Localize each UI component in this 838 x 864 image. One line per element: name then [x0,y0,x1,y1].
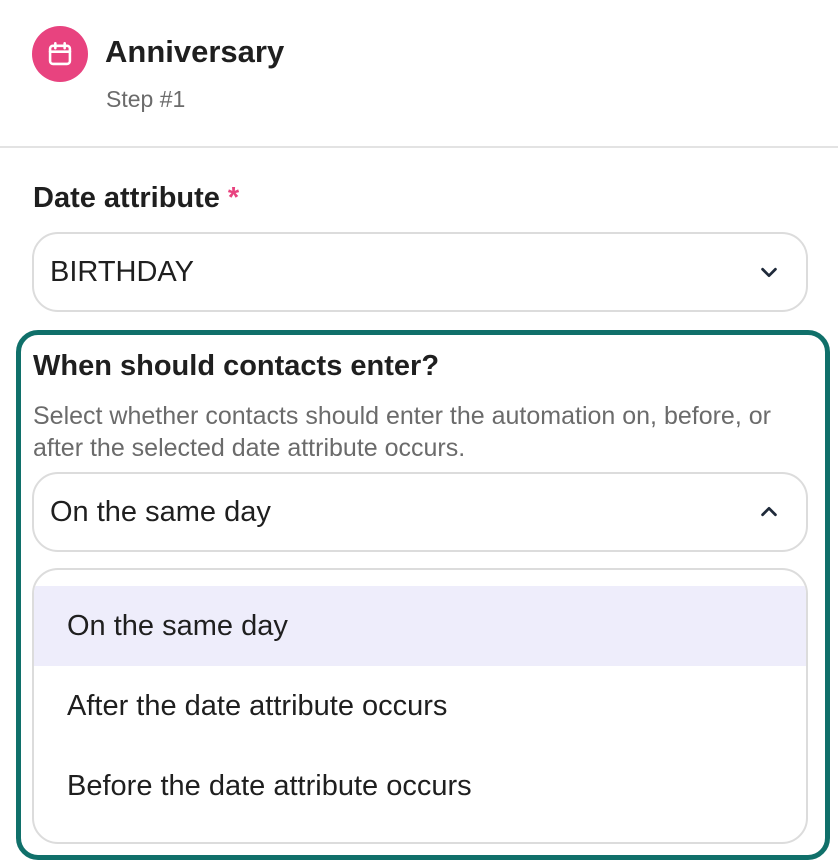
entry-question-description: Select whether contacts should enter the… [33,402,771,462]
option-after-date[interactable]: After the date attribute occurs [34,666,806,746]
step-title: Anniversary [105,34,285,69]
entry-timing-options: On the same day After the date attribute… [32,568,808,844]
date-attribute-select[interactable]: BIRTHDAY [32,232,808,312]
calendar-icon [32,26,88,82]
entry-question-title: When should contacts enter? [33,350,440,382]
chevron-up-icon [761,506,777,517]
option-before-date[interactable]: Before the date attribute occurs [34,746,806,826]
date-attribute-value: BIRTHDAY [50,255,194,288]
entry-timing-select[interactable]: On the same day [32,472,808,552]
option-same-day[interactable]: On the same day [34,586,806,666]
chevron-down-icon [761,267,777,278]
required-mark: * [227,182,240,214]
entry-timing-value: On the same day [50,495,271,528]
step-subtitle: Step #1 [106,86,186,112]
date-attribute-label: Date attribute * [33,182,239,215]
step-header: Anniversary Step #1 [0,0,838,148]
date-attribute-label-text: Date attribute [33,182,220,214]
